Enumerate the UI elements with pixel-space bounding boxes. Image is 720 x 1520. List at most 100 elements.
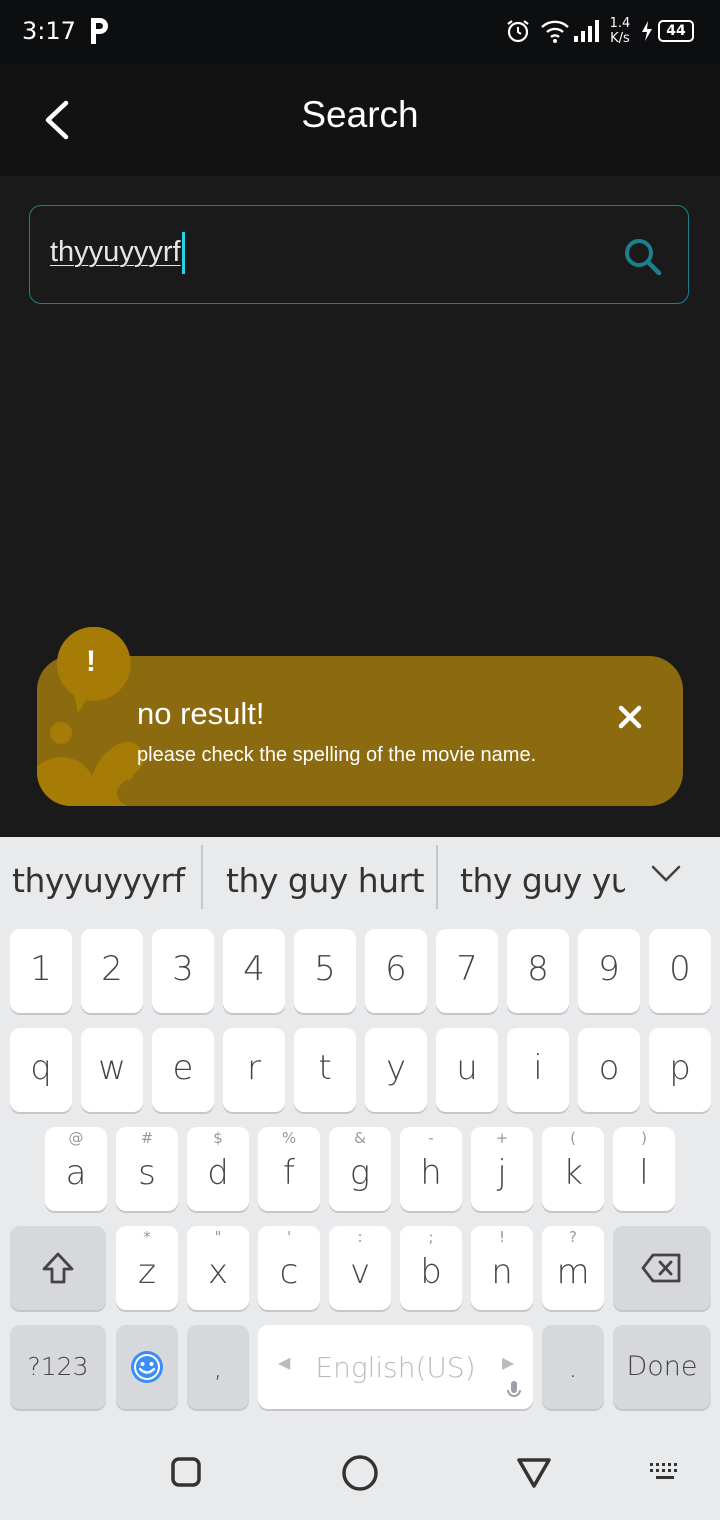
key-d[interactable]: $ d — [187, 1127, 249, 1211]
key-label: s — [138, 1153, 156, 1193]
key-label: j — [497, 1153, 507, 1193]
key-label: h — [420, 1153, 442, 1193]
wifi-icon — [541, 20, 569, 43]
key-9[interactable]: 9 — [578, 929, 640, 1013]
key-label: . — [568, 1351, 578, 1384]
key-t[interactable]: t — [294, 1028, 356, 1112]
key-label: Done — [626, 1351, 698, 1382]
suggestion-1[interactable]: thyyuyyyrf — [12, 861, 190, 900]
back-arrow-icon[interactable] — [38, 100, 78, 140]
emoji-icon — [131, 1351, 163, 1383]
charging-icon — [642, 21, 652, 41]
key-c[interactable]: ' c — [258, 1226, 320, 1310]
key-7[interactable]: 7 — [436, 929, 498, 1013]
key-4[interactable]: 4 — [223, 929, 285, 1013]
key-label: z — [138, 1252, 156, 1292]
period-key[interactable]: . — [542, 1325, 604, 1409]
key-0[interactable]: 0 — [649, 929, 711, 1013]
keyboard-switch-icon[interactable] — [649, 1462, 681, 1484]
key-label: 8 — [527, 949, 549, 989]
key-m[interactable]: ? m — [542, 1226, 604, 1310]
key-3[interactable]: 3 — [152, 929, 214, 1013]
key-label: p — [669, 1048, 691, 1088]
chevron-down-icon[interactable] — [650, 863, 682, 885]
key-q[interactable]: q — [10, 1028, 72, 1112]
key-label: 1 — [30, 949, 52, 989]
key-w[interactable]: w — [81, 1028, 143, 1112]
key-label: 5 — [314, 949, 336, 989]
key-label: q — [30, 1048, 52, 1088]
key-hint: : — [357, 1228, 363, 1246]
key-label: ?123 — [27, 1352, 89, 1381]
suggestion-2[interactable]: thy guy hurt — [226, 861, 426, 900]
alert-exclamation: ! — [86, 645, 96, 678]
key-s[interactable]: # s — [116, 1127, 178, 1211]
key-label: k — [563, 1153, 583, 1193]
close-icon[interactable] — [613, 700, 647, 734]
key-2[interactable]: 2 — [81, 929, 143, 1013]
key-h[interactable]: -h — [400, 1127, 462, 1211]
suggestion-divider — [436, 845, 438, 909]
key-b[interactable]: ; b — [400, 1226, 462, 1310]
comma-key[interactable]: , — [187, 1325, 249, 1409]
home-icon[interactable] — [341, 1454, 379, 1492]
key-y[interactable]: y — [365, 1028, 427, 1112]
key-label: v — [349, 1252, 371, 1292]
done-key[interactable]: Done — [613, 1325, 711, 1409]
key-u[interactable]: u — [436, 1028, 498, 1112]
shift-key[interactable] — [10, 1226, 106, 1310]
key-5[interactable]: 5 — [294, 929, 356, 1013]
emoji-key[interactable] — [116, 1325, 178, 1409]
key-hint: ' — [286, 1228, 292, 1246]
key-label: 9 — [598, 949, 620, 989]
key-n[interactable]: ! n — [471, 1226, 533, 1310]
page-title: Search — [301, 94, 419, 135]
shift-arrow-icon — [42, 1252, 74, 1284]
app-header: Search — [0, 64, 720, 176]
key-label: i — [533, 1048, 543, 1088]
navigation-bar — [0, 1422, 720, 1520]
key-hint: * — [143, 1228, 151, 1246]
key-8[interactable]: 8 — [507, 929, 569, 1013]
key-x[interactable]: " x — [187, 1226, 249, 1310]
search-input-text[interactable]: thyyuyyyrf — [50, 236, 181, 269]
key-hint: % — [281, 1129, 297, 1147]
key-f[interactable]: % f — [258, 1127, 320, 1211]
key-label: English(US) — [315, 1351, 476, 1384]
key-label: o — [598, 1048, 620, 1088]
status-bar: 3:17 1.4 K/s 44 — [0, 0, 720, 64]
suggestion-divider — [201, 845, 203, 909]
key-1[interactable]: 1 — [10, 929, 72, 1013]
key-label: 3 — [172, 949, 194, 989]
key-v[interactable]: :v — [329, 1226, 391, 1310]
symbols-key[interactable]: ?123 — [10, 1325, 106, 1409]
key-i[interactable]: i — [507, 1028, 569, 1112]
key-label: d — [207, 1153, 229, 1193]
suggestion-3[interactable]: thy guy yu — [460, 861, 625, 900]
key-k[interactable]: (k — [542, 1127, 604, 1211]
search-field[interactable]: thyyuyyyrf — [29, 205, 689, 304]
key-g[interactable]: & g — [329, 1127, 391, 1211]
key-a[interactable]: @ a — [45, 1127, 107, 1211]
key-j[interactable]: + j — [471, 1127, 533, 1211]
key-label: g — [349, 1153, 371, 1193]
alarm-icon — [507, 20, 529, 43]
key-l[interactable]: ) l — [613, 1127, 675, 1211]
space-key[interactable]: ◀ English(US) ▶ — [258, 1325, 533, 1409]
back-triangle-icon[interactable] — [516, 1456, 552, 1490]
key-e[interactable]: e — [152, 1028, 214, 1112]
key-o[interactable]: o — [578, 1028, 640, 1112]
recents-icon[interactable] — [170, 1456, 202, 1488]
status-time: 3:17 — [22, 17, 76, 45]
key-label: f — [283, 1153, 295, 1193]
key-label: e — [172, 1048, 194, 1088]
key-label: 2 — [101, 949, 123, 989]
key-z[interactable]: * z — [116, 1226, 178, 1310]
microphone-icon — [507, 1381, 521, 1397]
key-label: l — [639, 1153, 649, 1193]
key-6[interactable]: 6 — [365, 929, 427, 1013]
search-icon[interactable] — [622, 236, 664, 278]
backspace-key[interactable] — [613, 1226, 711, 1310]
key-r[interactable]: r — [223, 1028, 285, 1112]
key-p[interactable]: p — [649, 1028, 711, 1112]
